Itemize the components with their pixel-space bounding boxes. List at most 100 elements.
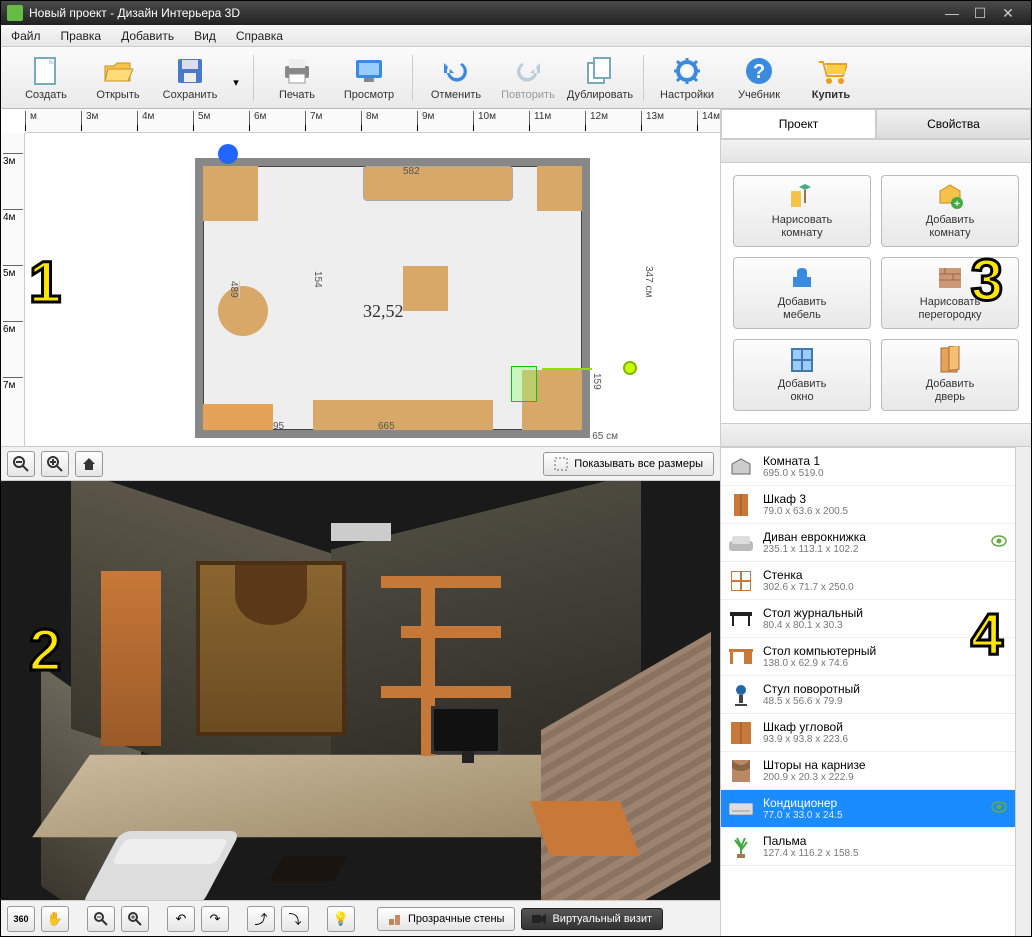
3d-coffee-table[interactable] [269,856,347,881]
minimize-button[interactable]: — [945,6,959,20]
object-dimensions: 127.4 x 116.2 x 158.5 [763,848,981,859]
object-item[interactable]: Кондиционер77.0 x 33.0 x 24.5 [721,790,1015,828]
dim-right2: 159 [591,373,602,390]
3d-curtain[interactable] [196,561,346,736]
object-list: Комната 1695.0 x 519.0Шкаф 379.0 x 63.6 … [721,447,1015,866]
object-icon [729,835,753,859]
undo-button[interactable]: Отменить [421,51,491,105]
object-item[interactable]: Пальма127.4 x 116.2 x 158.5 [721,828,1015,866]
room-outline[interactable]: 32,52 582 154 159 347 см 65 см 665 489 9… [195,158,590,438]
object-dimensions: 48.5 x 56.6 x 79.9 [763,696,981,707]
furniture-wardrobe2[interactable] [537,166,582,211]
settings-button[interactable]: Настройки [652,51,722,105]
rotate-right-button[interactable]: ↷ [201,906,229,932]
object-item[interactable]: Стул поворотный48.5 x 56.6 x 79.9 [721,676,1015,714]
pan-button[interactable]: ✋ [41,906,69,932]
virtual-visit-button[interactable]: Виртуальный визит [521,908,663,930]
object-item[interactable]: Стол компьютерный138.0 x 62.9 x 74.6 [721,638,1015,676]
view-3d-area[interactable]: 360 ✋ ↶ ↷ ⤴ ⤵ 💡 Прозрачные [1,481,720,936]
object-item[interactable]: Шторы на карнизе200.9 x 20.3 x 222.9 [721,752,1015,790]
ruler-horizontal: м3м4м5м6м7м8м9м10м11м12м13м14м [25,109,720,133]
menu-view[interactable]: Вид [190,27,220,45]
save-button[interactable]: Сохранить [155,51,225,105]
add-room-button[interactable]: +Добавить комнату [881,175,1019,247]
duplicate-button[interactable]: Дублировать [565,51,635,105]
tilt-down-button[interactable]: ⤵ [281,906,309,932]
3d-tv[interactable] [431,706,501,754]
light-button[interactable]: 💡 [327,906,355,932]
rotate-left-button[interactable]: ↶ [167,906,195,932]
save-dropdown[interactable]: ▾ [227,53,245,103]
open-button[interactable]: Открыть [83,51,153,105]
print-button[interactable]: Печать [262,51,332,105]
furniture-plant[interactable] [218,286,268,336]
tab-properties[interactable]: Свойства [876,109,1031,138]
add-furniture-button[interactable]: Добавить мебель [733,257,871,329]
object-icon [729,683,753,707]
add-window-button[interactable]: Добавить окно [733,339,871,411]
menu-help[interactable]: Справка [232,27,287,45]
menu-add[interactable]: Добавить [117,27,178,45]
object-name: Стул поворотный [763,682,981,696]
dimensions-icon [554,457,568,471]
3d-shelf[interactable] [381,576,521,786]
object-name: Шторы на карнизе [763,758,981,772]
draw-room-button[interactable]: Нарисовать комнату [733,175,871,247]
object-icon [729,569,753,593]
redo-button[interactable]: Повторить [493,51,563,105]
object-icon [729,455,753,479]
home-button[interactable] [75,451,103,477]
furniture-sofa-top[interactable] [363,166,513,201]
maximize-button[interactable]: ☐ [973,6,987,20]
object-dimensions: 79.0 x 63.6 x 200.5 [763,506,981,517]
tab-project[interactable]: Проект [721,109,876,138]
object-icon [729,493,753,517]
visibility-icon[interactable] [991,535,1007,551]
help-button[interactable]: ?Учебник [724,51,794,105]
plan-canvas[interactable]: 32,52 582 154 159 347 см 65 см 665 489 9… [25,133,720,446]
plan-2d-area[interactable]: м3м4м5м6м7м8м9м10м11м12м13м14м 3м4м5м6м7… [1,109,720,481]
buy-button[interactable]: Купить [796,51,866,105]
3d-wardrobe[interactable] [101,571,161,746]
zoom-in-3d-button[interactable] [121,906,149,932]
object-item[interactable]: Стенка302.6 x 71.7 x 250.0 [721,562,1015,600]
draw-partition-button[interactable]: Нарисовать перегородку [881,257,1019,329]
visibility-icon[interactable] [991,801,1007,817]
object-dimensions: 200.9 x 20.3 x 222.9 [763,772,981,783]
object-name: Стол журнальный [763,606,981,620]
close-button[interactable]: ✕ [1001,6,1015,20]
zoom-in-button[interactable] [41,451,69,477]
object-list-scrollbar[interactable] [1015,447,1031,936]
dim-right: 154 [312,271,622,288]
object-icon [729,759,753,783]
furniture-wardrobe[interactable] [203,166,258,221]
show-dimensions-toggle[interactable]: Показывать все размеры [543,452,714,476]
object-item[interactable]: Шкаф 379.0 x 63.6 x 200.5 [721,486,1015,524]
zoom-out-3d-button[interactable] [87,906,115,932]
selection-box[interactable] [511,366,537,402]
dim-right-outer: 347 см [643,266,654,297]
object-item[interactable]: Шкаф угловой93.9 x 93.8 x 223.6 [721,714,1015,752]
3d-air-conditioner[interactable] [331,523,391,541]
preview-button[interactable]: Просмотр [334,51,404,105]
object-name: Шкаф угловой [763,720,981,734]
tilt-up-button[interactable]: ⤴ [247,906,275,932]
object-item[interactable]: Диван еврокнижка235.1 x 113.1 x 102.2 [721,524,1015,562]
add-door-button[interactable]: Добавить дверь [881,339,1019,411]
furniture-sofa-bottom[interactable] [313,400,493,430]
object-item[interactable]: Комната 1695.0 x 519.0 [721,448,1015,486]
walls-icon [388,912,402,926]
selection-handle-line [542,368,592,370]
object-icon [729,797,753,821]
object-item[interactable]: Стол журнальный80.4 x 80.1 x 30.3 [721,600,1015,638]
transparent-walls-toggle[interactable]: Прозрачные стены [377,907,515,931]
zoom-out-button[interactable] [7,451,35,477]
create-button[interactable]: Создать [11,51,81,105]
object-dimensions: 695.0 x 519.0 [763,468,981,479]
object-icon [729,645,753,669]
side-panel: Проект Свойства Нарисовать комнату +Доба… [721,109,1031,936]
menu-edit[interactable]: Правка [57,27,106,45]
rotate-360-button[interactable]: 360 [7,906,35,932]
menu-file[interactable]: Файл [7,27,45,45]
rotate-handle[interactable] [623,361,637,375]
